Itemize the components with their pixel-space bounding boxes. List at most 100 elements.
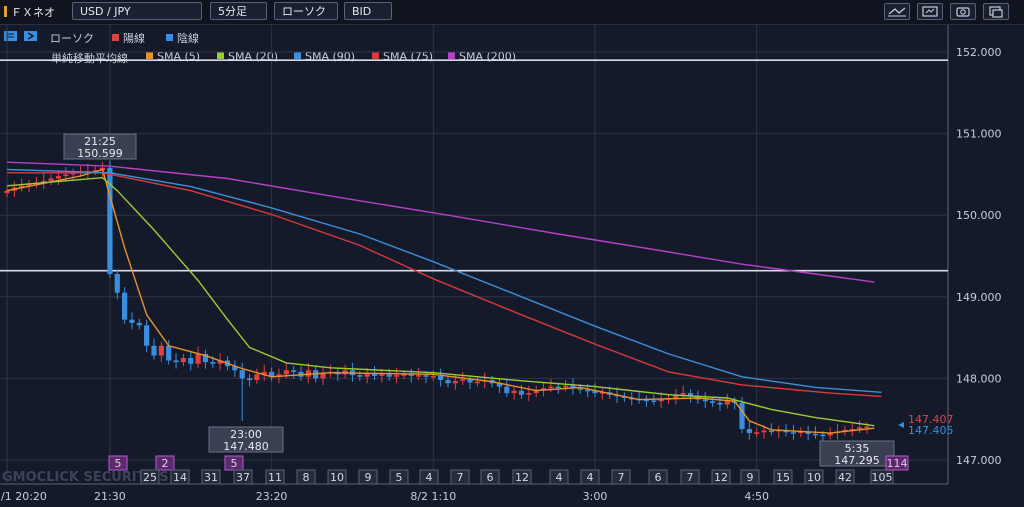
- candle: [342, 370, 348, 375]
- trend-icon: [888, 7, 906, 17]
- screenshot-button[interactable]: [950, 3, 976, 20]
- candle: [592, 390, 598, 394]
- y-tick-label: 148.000: [956, 372, 1002, 385]
- count-badge-label: 10: [330, 471, 344, 484]
- count-badge: [740, 469, 760, 485]
- chart-settings-icon: [922, 6, 938, 17]
- x-tick-label: 3:00: [583, 490, 608, 503]
- candle: [783, 429, 789, 433]
- count-badge-label: 8: [303, 471, 310, 484]
- count-badge: [155, 455, 175, 471]
- candle: [114, 273, 120, 293]
- candle: [452, 380, 458, 384]
- price-side-select[interactable]: BID: [344, 2, 392, 20]
- count-badge: [804, 469, 824, 485]
- count-badge-label: 5: [396, 471, 403, 484]
- indicator-settings-button[interactable]: [917, 3, 943, 20]
- y-tick-label: 147.000: [956, 454, 1002, 467]
- count-badge: [885, 455, 909, 471]
- candle: [166, 345, 172, 361]
- down-swatch: [166, 34, 173, 41]
- candle: [820, 434, 826, 437]
- candle: [599, 392, 605, 394]
- candle: [180, 358, 186, 363]
- candle: [63, 174, 69, 177]
- count-badge: [512, 469, 532, 485]
- candle: [834, 431, 841, 434]
- candle: [489, 380, 495, 384]
- count-badge: [580, 469, 600, 485]
- candle: [151, 345, 157, 356]
- sma-line: [6, 176, 875, 427]
- candle: [555, 386, 561, 389]
- candle: [460, 379, 466, 381]
- sma-swatch: [448, 52, 455, 59]
- high-annotation-box: [63, 133, 137, 160]
- candle: [320, 373, 326, 379]
- x-tick-label: /1 20:20: [1, 490, 47, 503]
- candle: [335, 371, 341, 375]
- candle: [70, 172, 76, 175]
- candle: [269, 371, 275, 377]
- candle: [585, 389, 591, 392]
- candle: [4, 190, 10, 194]
- candle: [254, 374, 260, 381]
- currency-pair-select[interactable]: USD / JPY: [72, 2, 202, 20]
- candle: [408, 374, 414, 376]
- sma-swatch: [372, 52, 379, 59]
- candle: [136, 322, 142, 326]
- candle: [99, 167, 106, 171]
- candle: [217, 360, 223, 364]
- candle: [496, 383, 503, 387]
- legend-down: 陰線: [166, 30, 199, 46]
- candle: [386, 374, 392, 377]
- drawing-tool-button[interactable]: [884, 3, 910, 20]
- candle: [246, 378, 253, 381]
- candle: [739, 402, 745, 429]
- sma-legend-1: SMA (20): [217, 50, 278, 63]
- sma-line: [7, 172, 882, 398]
- candle: [518, 390, 525, 395]
- candle: [790, 432, 797, 434]
- y-tick-label: 150.000: [956, 209, 1002, 222]
- count-badge: [549, 469, 569, 485]
- count-badge-label: 5: [115, 457, 122, 470]
- count-badge-label: 25: [143, 471, 157, 484]
- count-badge-label: 6: [655, 471, 662, 484]
- candle: [687, 393, 694, 397]
- candle: [643, 399, 650, 402]
- legend-toggle-icon: [4, 31, 37, 41]
- candle: [298, 371, 304, 377]
- sma-swatch: [146, 52, 153, 59]
- candle: [849, 428, 855, 431]
- sma-swatch: [294, 52, 301, 59]
- candle: [798, 431, 804, 434]
- candle: [482, 380, 488, 382]
- timeframe-select[interactable]: 5分足: [210, 2, 267, 20]
- candle: [239, 370, 245, 379]
- candle: [445, 380, 451, 384]
- count-badge: [296, 469, 316, 485]
- last-low-annotation-time: 5:35: [845, 442, 870, 455]
- candle: [48, 178, 54, 181]
- count-badge: [419, 469, 439, 485]
- candle: [158, 345, 164, 356]
- count-badge-label: 14: [173, 471, 187, 484]
- y-tick-label: 149.000: [956, 291, 1002, 304]
- candle: [636, 398, 642, 401]
- candle: [173, 360, 179, 363]
- count-badge-label: 37: [236, 471, 250, 484]
- count-badge-label: 12: [515, 471, 529, 484]
- candle: [144, 325, 150, 346]
- sma-legend-2: SMA (90): [294, 50, 355, 63]
- count-badge-label: 10: [807, 471, 821, 484]
- candle: [224, 360, 231, 367]
- legend-toggle-button[interactable]: [4, 30, 38, 46]
- high-annotation-time: 21:25: [84, 135, 116, 148]
- x-tick-label: 4:50: [744, 490, 769, 503]
- window-button[interactable]: [983, 3, 1009, 20]
- chart-style-select[interactable]: ローソク: [274, 2, 338, 20]
- count-badge-label: 105: [872, 471, 893, 484]
- count-badge-label: 7: [687, 471, 694, 484]
- count-badge-label: 15: [776, 471, 790, 484]
